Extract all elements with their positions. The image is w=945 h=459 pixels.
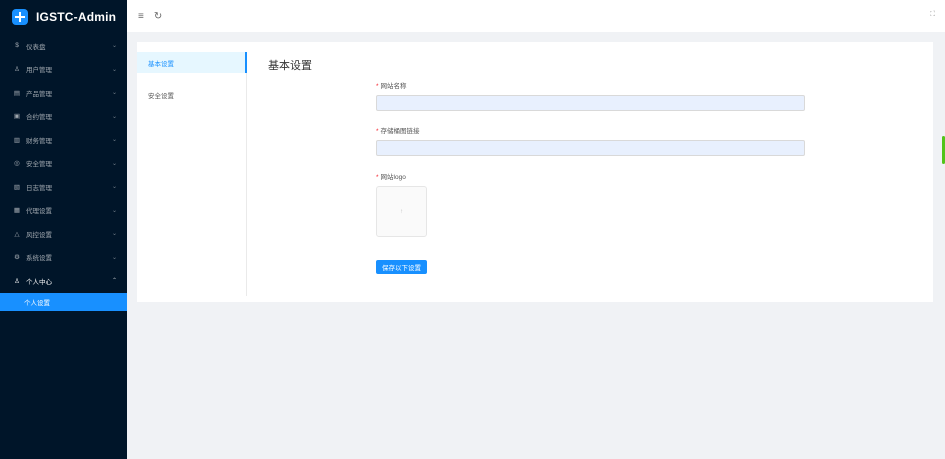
chevron-down-icon: ⌄ xyxy=(111,231,117,238)
logo-uploader[interactable]: ↑ xyxy=(376,186,427,237)
chevron-down-icon: ⌄ xyxy=(111,254,117,261)
finance-icon: ▥ xyxy=(13,136,21,144)
form-item-site-logo: * 网站logo ↑ xyxy=(376,173,427,237)
chart-icon: ▤ xyxy=(13,89,21,97)
required-mark: * xyxy=(376,174,379,181)
sidebar-item-label: 日志管理 xyxy=(26,184,52,192)
agent-icon: ▦ xyxy=(13,207,21,215)
sidebar-item-agents[interactable]: ▦ 代理设置 ⌄ xyxy=(0,199,127,223)
sidebar-item-label: 用户管理 xyxy=(26,67,52,75)
chevron-down-icon: ⌄ xyxy=(111,137,117,144)
app-title: IGSTC-Admin xyxy=(36,10,117,24)
chevron-down-icon: ⌄ xyxy=(111,160,117,167)
chevron-down-icon: ⌄ xyxy=(111,113,117,120)
dollar-icon: $ xyxy=(15,42,19,50)
required-mark: * xyxy=(376,128,379,135)
shield-icon: ◎ xyxy=(14,160,20,168)
page-title: 基本设置 xyxy=(268,60,312,72)
settings-tabs: 基本设置 安全设置 xyxy=(137,52,247,296)
chevron-down-icon: ⌄ xyxy=(111,66,117,73)
form-item-bucket-link: * 存储桶图链接 xyxy=(376,127,805,158)
sidebar-item-risk[interactable]: △ 风控设置 ⌄ xyxy=(0,222,127,246)
bucket-link-label: 存储桶图链接 xyxy=(380,128,420,135)
sidebar-item-label: 风控设置 xyxy=(26,231,52,239)
sidebar-item-label: 代理设置 xyxy=(26,208,52,216)
user-icon: ♙ xyxy=(14,66,20,74)
sidebar-item-logs[interactable]: ▧ 日志管理 ⌄ xyxy=(0,175,127,199)
settings-card: 基本设置 安全设置 基本设置 * 网站名称 * 存储桶图链接 * 网站logo ↑ 保… xyxy=(137,42,933,302)
top-header: ≡ ↻ ⛶ xyxy=(127,0,945,32)
sidebar-item-dashboard[interactable]: $ 仪表盘 ⌄ xyxy=(0,34,127,58)
sidebar-item-label: 合约管理 xyxy=(26,114,52,122)
chevron-down-icon: ⌄ xyxy=(111,184,117,191)
sidebar-item-profile[interactable]: ♙ 个人中心 ⌃ xyxy=(0,269,127,293)
field-label: * 存储桶图链接 xyxy=(376,127,805,137)
sidebar-item-label: 系统设置 xyxy=(26,255,52,263)
chevron-down-icon: ⌄ xyxy=(111,90,117,97)
sidebar-item-label: 个人中心 xyxy=(26,278,52,286)
warning-icon: △ xyxy=(14,230,20,238)
sidebar-item-label: 仪表盘 xyxy=(26,43,46,51)
field-label: * 网站名称 xyxy=(376,82,805,92)
field-label: * 网站logo xyxy=(376,173,427,183)
sidebar-item-system[interactable]: ⚙ 系统设置 ⌄ xyxy=(0,246,127,270)
sidebar-item-users[interactable]: ♙ 用户管理 ⌄ xyxy=(0,58,127,82)
sidebar-item-label: 安全管理 xyxy=(26,161,52,169)
log-icon: ▧ xyxy=(13,183,21,191)
sidebar-item-products[interactable]: ▤ 产品管理 ⌄ xyxy=(0,81,127,105)
site-name-label: 网站名称 xyxy=(380,83,407,90)
sidebar-item-label: 财务管理 xyxy=(26,137,52,145)
menu-fold-icon[interactable]: ≡ xyxy=(138,11,144,22)
fullscreen-icon[interactable]: ⛶ xyxy=(930,11,935,19)
sidebar: IGSTC-Admin $ 仪表盘 ⌄ ♙ 用户管理 ⌄ ▤ 产品管理 ⌄ ▣ … xyxy=(0,0,127,459)
sidebar-menu: $ 仪表盘 ⌄ ♙ 用户管理 ⌄ ▤ 产品管理 ⌄ ▣ 合约管理 ⌄ ▥ 财务管… xyxy=(0,34,127,311)
refresh-icon[interactable]: ↻ xyxy=(154,11,162,22)
contract-icon: ▣ xyxy=(13,113,21,121)
brand[interactable]: IGSTC-Admin xyxy=(0,0,127,34)
form-item-site-name: * 网站名称 xyxy=(376,82,805,113)
chevron-up-icon: ⌃ xyxy=(111,278,117,285)
sidebar-item-security[interactable]: ◎ 安全管理 ⌄ xyxy=(0,152,127,176)
upload-icon: ↑ xyxy=(400,208,403,215)
bucket-link-input[interactable] xyxy=(376,140,805,156)
user-icon: ♙ xyxy=(14,277,20,285)
required-mark: * xyxy=(376,83,379,90)
chevron-down-icon: ⌄ xyxy=(111,43,117,50)
sidebar-subitem-personal-settings[interactable]: 个人设置 xyxy=(0,292,127,311)
save-button[interactable]: 保存以下设置 xyxy=(376,260,427,274)
sidebar-item-finance[interactable]: ▥ 财务管理 ⌄ xyxy=(0,128,127,152)
chevron-down-icon: ⌄ xyxy=(111,207,117,214)
sidebar-item-contracts[interactable]: ▣ 合约管理 ⌄ xyxy=(0,105,127,129)
site-logo-label: 网站logo xyxy=(380,174,406,181)
tab-basic-settings[interactable]: 基本设置 xyxy=(137,52,247,73)
gear-icon: ⚙ xyxy=(14,254,20,262)
sidebar-item-label: 产品管理 xyxy=(26,90,52,98)
tab-security-settings[interactable]: 安全设置 xyxy=(137,84,246,105)
site-name-input[interactable] xyxy=(376,95,805,111)
logo-icon xyxy=(12,9,28,25)
